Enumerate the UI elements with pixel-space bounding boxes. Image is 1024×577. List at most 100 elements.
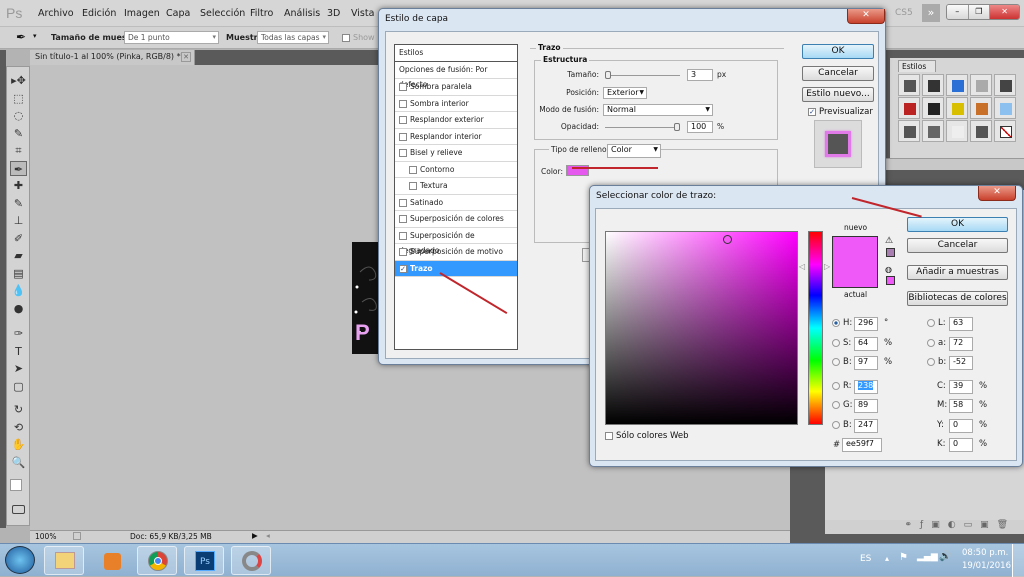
zoom-level[interactable]: 100% xyxy=(35,532,56,541)
style-swatch[interactable] xyxy=(922,74,944,96)
menu-filtro[interactable]: Filtro xyxy=(250,8,273,19)
style-item-checkbox[interactable]: ✓ xyxy=(399,264,407,273)
radio-right-2[interactable] xyxy=(927,358,935,366)
tool-brush-icon[interactable]: ✎ xyxy=(10,196,27,211)
style-swatch[interactable] xyxy=(898,97,920,119)
show-checkbox[interactable]: Show xyxy=(342,33,375,42)
size-slider-handle[interactable] xyxy=(605,71,611,79)
expand-workspace-button[interactable]: » xyxy=(922,4,940,22)
field-input-b[interactable]: 97 xyxy=(854,356,878,370)
radio-left-5[interactable] xyxy=(832,420,840,429)
clock-time[interactable]: 08:50 p.m. xyxy=(962,548,1008,558)
style-swatch[interactable] xyxy=(970,74,992,96)
style-item-checkbox[interactable] xyxy=(399,231,407,240)
field-input-b[interactable]: 247 xyxy=(854,418,878,433)
web-safe-cube-icon[interactable]: ◍ xyxy=(885,265,892,274)
ok-button[interactable]: OK xyxy=(802,44,874,59)
tool-gradient-icon[interactable]: ▤ xyxy=(10,266,27,281)
style-item-bisel-y-relieve[interactable]: Bisel y relieve xyxy=(395,145,517,162)
style-swatch[interactable] xyxy=(922,120,944,142)
taskbar-chrome[interactable] xyxy=(137,546,177,575)
color-libraries-button[interactable]: Bibliotecas de colores xyxy=(907,291,1008,306)
style-item-textura[interactable]: Textura xyxy=(395,178,517,195)
tool-lasso-icon[interactable]: ◌ xyxy=(10,108,27,123)
style-item-superposición-de-motivo[interactable]: Superposición de motivo xyxy=(395,244,517,261)
status-menu-arrow[interactable]: ▶ xyxy=(252,531,258,540)
field-input-y[interactable]: 0 xyxy=(949,418,973,433)
style-item-checkbox[interactable] xyxy=(399,248,407,256)
style-item-checkbox[interactable] xyxy=(399,198,407,207)
style-swatch[interactable] xyxy=(970,120,992,142)
color-selector-ring[interactable] xyxy=(723,235,732,244)
style-item-checkbox[interactable] xyxy=(409,165,417,174)
foreground-color-swatch[interactable] xyxy=(10,479,22,491)
radio-left-2[interactable] xyxy=(832,358,840,366)
hue-slider-left-handle[interactable]: ◁ xyxy=(799,262,805,271)
sample-select[interactable]: Todas las capas ▾ xyxy=(257,31,329,44)
menu-archivo[interactable]: Archivo xyxy=(38,8,74,19)
menu-capa[interactable]: Capa xyxy=(166,8,190,19)
field-input-s[interactable]: 64 xyxy=(854,336,878,351)
style-item-checkbox[interactable] xyxy=(399,149,407,157)
taskbar-photoscape[interactable] xyxy=(231,546,271,575)
style-item-sombra-interior[interactable]: Sombra interior xyxy=(395,96,517,112)
style-item-checkbox[interactable] xyxy=(399,83,407,91)
tool-marquee-icon[interactable]: ⬚ xyxy=(10,91,27,106)
scroll-left-arrow[interactable]: ◂ xyxy=(266,531,270,540)
volume-icon[interactable]: 🔊 xyxy=(939,551,951,562)
style-swatch[interactable] xyxy=(922,97,944,119)
action-center-flag-icon[interactable]: ⚑ xyxy=(899,552,908,563)
field-input-m[interactable]: 58 xyxy=(949,399,973,413)
style-swatch[interactable] xyxy=(970,97,992,119)
menu-imagen[interactable]: Imagen xyxy=(124,8,160,19)
style-item-checkbox[interactable] xyxy=(399,132,407,141)
network-icon[interactable]: ▂▄▆ xyxy=(917,552,938,562)
eyedropper-icon[interactable]: ✒ xyxy=(16,30,26,44)
workspace-label[interactable]: CS5 xyxy=(895,8,913,18)
style-item-superposición-de-degradado[interactable]: Superposición de degradado xyxy=(395,228,517,255)
fill-type-select[interactable]: Color ▼ xyxy=(607,144,661,158)
tool-healing-icon[interactable]: ✚ xyxy=(10,178,27,193)
taskbar-explorer[interactable] xyxy=(44,546,84,575)
radio-left-4[interactable] xyxy=(832,401,840,409)
taskbar-media-player[interactable] xyxy=(92,546,132,575)
saturation-brightness-field[interactable] xyxy=(605,231,798,425)
taskbar-photoshop[interactable]: Ps xyxy=(184,546,224,575)
radio-right-0[interactable] xyxy=(927,319,935,327)
style-item-checkbox[interactable] xyxy=(409,182,417,190)
language-indicator[interactable]: ES xyxy=(860,554,871,564)
tool-eyedropper-icon[interactable]: ✒ xyxy=(10,160,27,176)
style-item-checkbox[interactable] xyxy=(399,99,407,108)
minimize-button[interactable]: – xyxy=(947,5,969,19)
tool-3d-rotate-icon[interactable]: ↻ xyxy=(10,402,27,417)
tool-quick-selection-icon[interactable]: ✎ xyxy=(10,126,27,141)
close-dialog-button[interactable]: ✕ xyxy=(978,186,1016,201)
menu-seleccion[interactable]: Selección xyxy=(200,8,245,19)
tool-crop-icon[interactable]: ⌗ xyxy=(10,143,27,158)
menu-vista[interactable]: Vista xyxy=(351,8,374,19)
cancel-button[interactable]: Cancelar xyxy=(802,66,874,81)
clock-date[interactable]: 19/01/2016 xyxy=(962,561,1011,571)
opacity-slider[interactable] xyxy=(605,123,680,131)
preview-checkbox[interactable]: ✓ Previsualizar xyxy=(808,107,873,117)
field-input-l[interactable]: 63 xyxy=(949,317,973,331)
radio-left-0[interactable] xyxy=(832,319,840,327)
tool-move-icon[interactable]: ▸✥ xyxy=(10,73,27,88)
style-item-resplandor-interior[interactable]: Resplandor interior xyxy=(395,129,517,145)
document-tab[interactable]: Sin título-1 al 100% (Pinka, RGB/8) * ✕ xyxy=(30,50,195,65)
style-swatch[interactable] xyxy=(946,97,968,119)
style-item-contorno[interactable]: Contorno xyxy=(395,162,517,178)
field-input-b[interactable]: -52 xyxy=(949,356,973,370)
current-color-swatch[interactable] xyxy=(832,262,878,288)
hue-slider-right-handle[interactable]: ▷ xyxy=(824,262,830,271)
close-button[interactable]: ✕ xyxy=(990,5,1019,19)
opacity-slider-handle[interactable] xyxy=(674,123,680,131)
styles-list-header[interactable]: Estilos xyxy=(395,45,517,62)
style-item-checkbox[interactable] xyxy=(399,215,407,223)
gamut-warning-swatch[interactable] xyxy=(886,248,895,257)
tool-path-selection-icon[interactable]: ➤ xyxy=(10,361,27,376)
tool-blur-icon[interactable]: 💧 xyxy=(10,283,27,298)
gamut-warning-icon[interactable]: ⚠ xyxy=(885,236,893,246)
field-input-r[interactable]: 238 xyxy=(854,379,878,394)
radio-right-1[interactable] xyxy=(927,338,935,347)
